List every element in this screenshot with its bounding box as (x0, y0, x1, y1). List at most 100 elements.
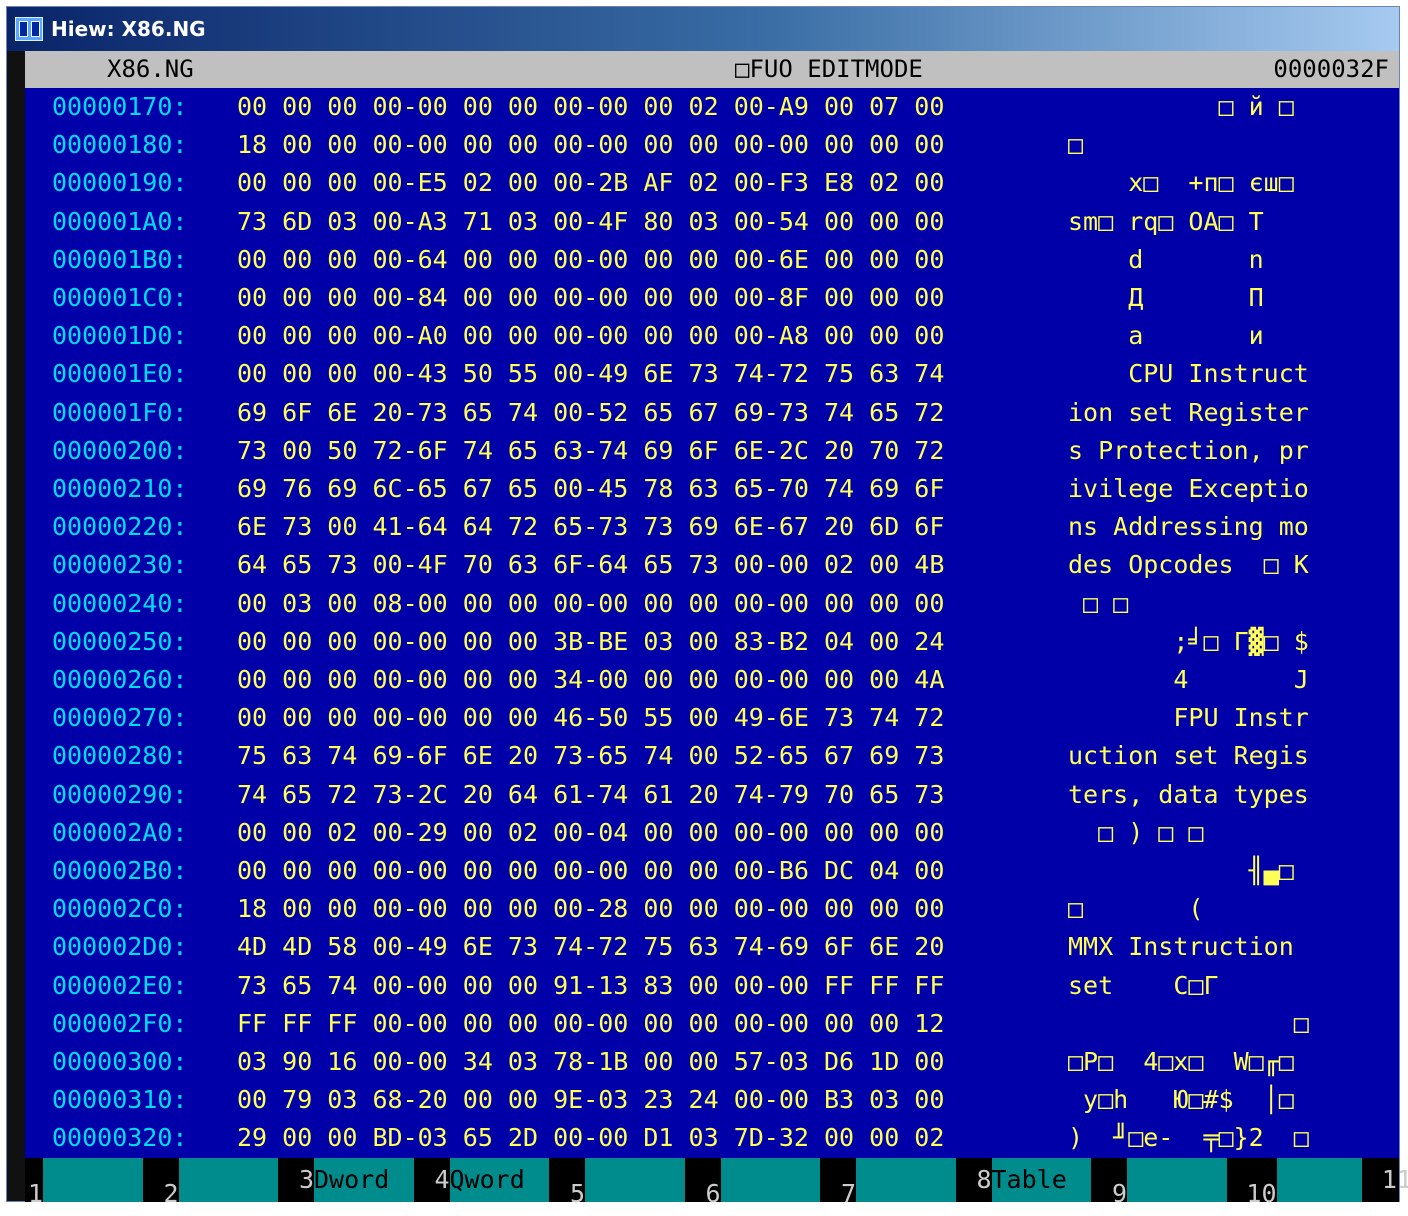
row-hex-bytes[interactable]: 00 03 00 08-00 00 00 00-00 00 00 00-00 0… (237, 585, 944, 623)
hex-row[interactable]: 000001B0: 00 00 00 00-64 00 00 00-00 00 0… (25, 241, 1399, 279)
row-ascii[interactable]: □ (1068, 126, 1309, 164)
hex-row[interactable]: 00000240: 00 03 00 08-00 00 00 00-00 00 0… (25, 585, 1399, 623)
row-ascii[interactable]: ) ╜□e- ╤□}2 □ (1068, 1119, 1309, 1157)
hex-row[interactable]: 00000170: 00 00 00 00-00 00 00 00-00 00 0… (25, 88, 1399, 126)
function-key-10[interactable]: 10 (1245, 1158, 1381, 1208)
hex-row[interactable]: 00000220: 6E 73 00 41-64 64 72 65-73 73 6… (25, 508, 1399, 546)
row-hex-bytes[interactable]: 4D 4D 58 00-49 6E 73 74-72 75 63 74-69 6… (237, 928, 944, 966)
function-key-9[interactable]: 9 (1109, 1158, 1245, 1208)
row-hex-bytes[interactable]: 18 00 00 00-00 00 00 00-28 00 00 00-00 0… (237, 890, 944, 928)
row-ascii[interactable]: ters, data types (1068, 776, 1309, 814)
row-hex-bytes[interactable]: 00 79 03 68-20 00 00 9E-03 23 24 00-00 B… (237, 1081, 944, 1119)
hex-row[interactable]: 00000310: 00 79 03 68-20 00 00 9E-03 23 2… (25, 1081, 1399, 1119)
row-ascii[interactable]: ns Addressing mo (1068, 508, 1309, 546)
hex-row[interactable]: 00000260: 00 00 00 00-00 00 00 34-00 00 0… (25, 661, 1399, 699)
row-ascii[interactable]: MMX Instruction (1068, 928, 1309, 966)
row-ascii[interactable]: □ (1068, 1005, 1309, 1043)
function-key-4[interactable]: 4Qword (432, 1158, 568, 1202)
function-key-6[interactable]: 6 (703, 1158, 839, 1208)
row-ascii[interactable]: Д П (1068, 279, 1309, 317)
row-ascii[interactable]: x□ +п□ єш□ (1068, 164, 1309, 202)
row-hex-bytes[interactable]: 73 00 50 72-6F 74 65 63-74 69 6F 6E-2C 2… (237, 432, 944, 470)
function-key-11[interactable]: 11 (1380, 1158, 1408, 1202)
function-key-5[interactable]: 5 (567, 1158, 703, 1208)
function-key-7[interactable]: 7 (838, 1158, 974, 1208)
row-ascii[interactable]: sm□ rq□ OА□ T (1068, 203, 1309, 241)
row-hex-bytes[interactable]: 75 63 74 69-6F 6E 20 73-65 74 00 52-65 6… (237, 737, 944, 775)
row-ascii[interactable]: uction set Regis (1068, 737, 1309, 775)
row-ascii[interactable]: set С□Г (1068, 967, 1279, 1005)
hex-row[interactable]: 000002D0: 4D 4D 58 00-49 6E 73 74-72 75 6… (25, 928, 1399, 966)
row-ascii[interactable]: 4 J (1068, 661, 1308, 699)
row-hex-bytes[interactable]: 00 00 00 00-00 00 00 00-00 00 00 00-B6 D… (237, 852, 944, 890)
row-hex-bytes[interactable]: 00 00 00 00-00 00 00 34-00 00 00 00-00 0… (237, 661, 944, 699)
hex-row[interactable]: 000001D0: 00 00 00 00-A0 00 00 00-00 00 0… (25, 317, 1399, 355)
hex-row[interactable]: 00000280: 75 63 74 69-6F 6E 20 73-65 74 0… (25, 737, 1399, 775)
hex-row[interactable]: 00000300: 03 90 16 00-00 34 03 78-1B 00 0… (25, 1043, 1399, 1081)
row-hex-bytes[interactable]: 00 00 00 00-00 00 00 3B-BE 03 00 83-B2 0… (237, 623, 944, 661)
hex-row[interactable]: 00000320: 29 00 00 BD-03 65 2D 00-00 D1 0… (25, 1119, 1399, 1157)
function-key-1[interactable]: 1 (25, 1158, 161, 1208)
row-ascii[interactable]: s Protection, pr (1068, 432, 1309, 470)
row-ascii[interactable]: FPU Instr (1068, 699, 1308, 737)
row-hex-bytes[interactable]: 69 6F 6E 20-73 65 74 00-52 65 67 69-73 7… (237, 394, 944, 432)
row-hex-bytes[interactable]: 18 00 00 00-00 00 00 00-00 00 00 00-00 0… (237, 126, 944, 164)
hex-row[interactable]: 00000210: 69 76 69 6C-65 67 65 00-45 78 6… (25, 470, 1399, 508)
row-ascii[interactable]: □ й □ (1068, 88, 1309, 126)
hex-row[interactable]: 000001A0: 73 6D 03 00-A3 71 03 00-4F 80 0… (25, 203, 1399, 241)
hex-row[interactable]: 000002A0: 00 00 02 00-29 00 02 00-04 00 0… (25, 814, 1399, 852)
row-hex-bytes[interactable]: 6E 73 00 41-64 64 72 65-73 73 69 6E-67 2… (237, 508, 944, 546)
function-key-3[interactable]: 3Dword (296, 1158, 432, 1202)
row-hex-bytes[interactable]: 00 00 00 00-64 00 00 00-00 00 00 00-6E 0… (237, 241, 944, 279)
row-ascii[interactable]: □ ) □ □ (1068, 814, 1309, 852)
row-ascii[interactable]: □ □ (1068, 585, 1309, 623)
hex-row[interactable]: 00000230: 64 65 73 00-4F 70 63 6F-64 65 7… (25, 546, 1399, 584)
hex-row[interactable]: 00000200: 73 00 50 72-6F 74 65 63-74 69 6… (25, 432, 1399, 470)
hex-row[interactable]: 000002F0: FF FF FF 00-00 00 00 00-00 00 0… (25, 1005, 1399, 1043)
row-ascii[interactable]: ion set Register (1068, 394, 1309, 432)
row-hex-bytes[interactable]: 00 00 00 00-00 00 00 00-00 00 02 00-A9 0… (237, 88, 944, 126)
hex-row[interactable]: 00000190: 00 00 00 00-E5 02 00 00-2B AF 0… (25, 164, 1399, 202)
row-hex-bytes[interactable]: 73 65 74 00-00 00 00 91-13 83 00 00-00 F… (237, 967, 944, 1005)
row-hex-bytes[interactable]: 64 65 73 00-4F 70 63 6F-64 65 73 00-00 0… (237, 546, 944, 584)
row-ascii[interactable]: ivilege Exceptio (1068, 470, 1309, 508)
row-hex-bytes[interactable]: 00 00 00 00-E5 02 00 00-2B AF 02 00-F3 E… (237, 164, 944, 202)
hex-row[interactable]: 00000290: 74 65 72 73-2C 20 64 61-74 61 2… (25, 776, 1399, 814)
function-key-8[interactable]: 8Table (974, 1158, 1110, 1202)
function-key-label: Qword (449, 1158, 549, 1202)
hex-row[interactable]: 000002C0: 18 00 00 00-00 00 00 00-28 00 0… (25, 890, 1399, 928)
row-hex-bytes[interactable]: 00 00 00 00-A0 00 00 00-00 00 00 00-A8 0… (237, 317, 944, 355)
hex-row[interactable]: 000002E0: 73 65 74 00-00 00 00 91-13 83 0… (25, 967, 1399, 1005)
row-hex-bytes[interactable]: 29 00 00 BD-03 65 2D 00-00 D1 03 7D-32 0… (237, 1119, 944, 1157)
hex-row[interactable]: 000001C0: 00 00 00 00-84 00 00 00-00 00 0… (25, 279, 1399, 317)
hex-row[interactable]: 000002B0: 00 00 00 00-00 00 00 00-00 00 0… (25, 852, 1399, 890)
row-ascii[interactable]: CPU Instruct (1068, 355, 1309, 393)
row-address: 00000240: (52, 588, 188, 618)
row-ascii[interactable]: □P□ 4□x□ W□╓□ (1068, 1043, 1309, 1081)
row-hex-bytes[interactable]: 00 00 00 00-00 00 00 46-50 55 00 49-6E 7… (237, 699, 944, 737)
hex-row[interactable]: 00000270: 00 00 00 00-00 00 00 46-50 55 0… (25, 699, 1399, 737)
row-hex-bytes[interactable]: 73 6D 03 00-A3 71 03 00-4F 80 03 00-54 0… (237, 203, 944, 241)
row-hex-bytes[interactable]: 00 00 02 00-29 00 02 00-04 00 00 00-00 0… (237, 814, 944, 852)
row-ascii[interactable]: ╢▄□ (1068, 852, 1309, 890)
function-key-2[interactable]: 2 (161, 1158, 297, 1208)
row-ascii[interactable]: d n (1068, 241, 1309, 279)
row-hex-bytes[interactable]: 00 00 00 00-43 50 55 00-49 6E 73 74-72 7… (237, 355, 944, 393)
row-hex-bytes[interactable]: FF FF FF 00-00 00 00 00-00 00 00 00-00 0… (237, 1005, 944, 1043)
hex-view[interactable]: 00000170: 00 00 00 00-00 00 00 00-00 00 0… (25, 88, 1399, 1158)
row-hex-bytes[interactable]: 00 00 00 00-84 00 00 00-00 00 00 00-8F 0… (237, 279, 944, 317)
hex-row[interactable]: 000001F0: 69 6F 6E 20-73 65 74 00-52 65 6… (25, 394, 1399, 432)
hex-row[interactable]: 00000250: 00 00 00 00-00 00 00 3B-BE 03 0… (25, 623, 1399, 661)
row-ascii[interactable]: а и (1068, 317, 1309, 355)
row-ascii[interactable]: y□h Ю□#$ │□ (1068, 1081, 1309, 1119)
row-ascii[interactable]: ;╛□ Г▓□ $ (1068, 623, 1308, 661)
hex-row[interactable]: 00000180: 18 00 00 00-00 00 00 00-00 00 0… (25, 126, 1399, 164)
row-hex-bytes[interactable]: 03 90 16 00-00 34 03 78-1B 00 00 57-03 D… (237, 1043, 944, 1081)
row-ascii[interactable]: des Opcodes □ K (1068, 546, 1309, 584)
row-hex-bytes[interactable]: 69 76 69 6C-65 67 65 00-45 78 63 65-70 7… (237, 470, 944, 508)
hex-row[interactable]: 000001E0: 00 00 00 00-43 50 55 00-49 6E 7… (25, 355, 1399, 393)
title-bar[interactable]: Hiew: X86.NG (7, 7, 1399, 51)
row-hex-bytes[interactable]: 74 65 72 73-2C 20 64 61-74 61 20 74-79 7… (237, 776, 944, 814)
row-ascii[interactable]: □ ( (1068, 890, 1309, 928)
function-key-number: 7 (840, 1179, 856, 1208)
